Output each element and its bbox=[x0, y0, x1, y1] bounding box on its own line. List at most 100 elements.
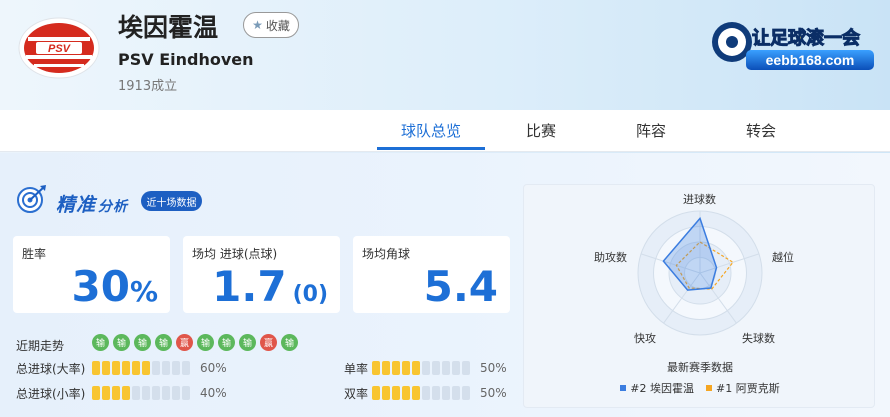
meter-label: 单率 bbox=[344, 361, 369, 376]
stat-label: 胜率 bbox=[22, 247, 47, 261]
meter-value: 40% bbox=[200, 386, 227, 400]
meter-label: 总进球(小率) bbox=[16, 386, 86, 401]
trend-dot-loss: 输 bbox=[113, 334, 130, 351]
legend-item[interactable]: #1 阿贾克斯 bbox=[706, 380, 780, 396]
meter-segment bbox=[132, 386, 140, 400]
meter-segment bbox=[442, 386, 450, 400]
meter-segment bbox=[102, 361, 110, 375]
radar-chart bbox=[637, 210, 763, 336]
svg-text:让足球滚一会: 让足球滚一会 bbox=[752, 27, 860, 49]
target-icon bbox=[17, 185, 46, 213]
meter-even: 双率 50% bbox=[296, 385, 507, 401]
meter-value: 50% bbox=[480, 361, 507, 375]
meter-segment bbox=[122, 361, 130, 375]
tab-transfers[interactable]: 转会 bbox=[707, 110, 815, 152]
meter-label: 总进球(大率) bbox=[16, 361, 86, 376]
trend-dot-loss: 输 bbox=[239, 334, 256, 351]
meter-segment bbox=[132, 361, 140, 375]
stat-value: 5.4 bbox=[423, 262, 498, 311]
meter-segment bbox=[372, 361, 380, 375]
radar-axis-label: 进球数 bbox=[683, 193, 716, 206]
meter-segment bbox=[152, 361, 160, 375]
promo-banner[interactable]: 让足球滚一会 eebb168.com bbox=[706, 16, 878, 76]
meter-segment bbox=[142, 361, 150, 375]
meter-segment bbox=[172, 361, 180, 375]
meter-segment bbox=[102, 386, 110, 400]
meter-segment bbox=[372, 386, 380, 400]
favorite-button[interactable]: ★ 收藏 bbox=[243, 12, 299, 38]
team-header: PSV 埃因霍温 ★ 收藏 PSV Eindhoven 1913成立 让足球滚一… bbox=[0, 0, 890, 110]
radar-legend: #2 埃因霍温 #1 阿贾克斯 bbox=[524, 380, 876, 396]
meter-segment bbox=[92, 361, 100, 375]
star-icon: ★ bbox=[252, 18, 263, 32]
trend-dot-win: 赢 bbox=[176, 334, 193, 351]
section-title: 精准 分析 bbox=[56, 194, 129, 216]
meter-segment bbox=[432, 361, 440, 375]
radar-axis-label: 助攻数 bbox=[594, 251, 627, 264]
meter-value: 50% bbox=[480, 386, 507, 400]
legend-swatch bbox=[620, 385, 627, 391]
tab-matches[interactable]: 比赛 bbox=[487, 110, 595, 152]
meter-label: 双率 bbox=[344, 386, 369, 401]
meter-segment bbox=[412, 361, 420, 375]
meter-segment bbox=[162, 386, 170, 400]
radar-caption: 最新赛季数据 bbox=[667, 361, 733, 374]
stat-card-win-rate: 胜率 30% bbox=[13, 236, 170, 313]
meter-segment bbox=[402, 361, 410, 375]
meter-segment bbox=[382, 386, 390, 400]
radar-axis-label: 失球数 bbox=[742, 332, 775, 345]
founded-year: 1913成立 bbox=[118, 79, 178, 94]
trend-dot-win: 赢 bbox=[260, 334, 277, 351]
meter-segment bbox=[462, 386, 470, 400]
meter-segment bbox=[412, 386, 420, 400]
meter-bar bbox=[92, 386, 190, 400]
meter-bar bbox=[372, 386, 470, 400]
meter-segment bbox=[422, 386, 430, 400]
meter-segment bbox=[392, 386, 400, 400]
tab-squad[interactable]: 阵容 bbox=[597, 110, 705, 152]
meter-segment bbox=[92, 386, 100, 400]
trend-dot-loss: 输 bbox=[134, 334, 151, 351]
radar-axis-label: 越位 bbox=[772, 251, 794, 264]
meter-segment bbox=[162, 361, 170, 375]
meter-segment bbox=[462, 361, 470, 375]
legend-label: #2 埃因霍温 bbox=[630, 382, 694, 395]
meter-segment bbox=[182, 386, 190, 400]
meter-segment bbox=[392, 361, 400, 375]
meter-over: 总进球(大率) 60% bbox=[16, 360, 227, 376]
stat-card-corners: 场均角球 5.4 bbox=[353, 236, 510, 313]
meter-segment bbox=[152, 386, 160, 400]
team-english-name: PSV Eindhoven bbox=[118, 50, 254, 69]
trend-dot-loss: 输 bbox=[92, 334, 109, 351]
svg-text:PSV: PSV bbox=[48, 43, 72, 55]
meter-under: 总进球(小率) 40% bbox=[16, 385, 227, 401]
trend-dot-loss: 输 bbox=[155, 334, 172, 351]
team-name: 埃因霍温 bbox=[118, 13, 219, 42]
psv-logo: PSV bbox=[18, 17, 100, 79]
meter-segment bbox=[382, 361, 390, 375]
meter-segment bbox=[422, 361, 430, 375]
meter-segment bbox=[452, 361, 460, 375]
precise-analysis-panel: 精准 分析 近十场数据 胜率 30% 场均 进球(点球) 1.7 (0) 场均角球 … bbox=[0, 153, 890, 417]
trend-label: 近期走势 bbox=[16, 339, 65, 353]
meter-segment bbox=[172, 386, 180, 400]
meter-segment bbox=[402, 386, 410, 400]
meter-segment bbox=[182, 361, 190, 375]
recent-ten-badge: 近十场数据 bbox=[141, 191, 202, 211]
trend-dot-loss: 输 bbox=[218, 334, 235, 351]
legend-swatch bbox=[706, 385, 712, 391]
legend-item[interactable]: #2 埃因霍温 bbox=[620, 380, 694, 396]
tab-bar: 球队总览 比赛 阵容 转会 bbox=[0, 110, 890, 152]
stat-label: 场均 进球(点球) bbox=[192, 247, 278, 261]
meter-segment bbox=[452, 386, 460, 400]
meter-segment bbox=[442, 361, 450, 375]
meter-segment bbox=[112, 386, 120, 400]
favorite-label: 收藏 bbox=[265, 18, 290, 33]
stat-card-goals: 场均 进球(点球) 1.7 (0) bbox=[183, 236, 340, 313]
legend-label: #1 阿贾克斯 bbox=[716, 382, 780, 395]
meter-segment bbox=[432, 386, 440, 400]
meter-odd: 单率 50% bbox=[296, 360, 507, 376]
stat-label: 场均角球 bbox=[362, 247, 411, 261]
tab-overview[interactable]: 球队总览 bbox=[377, 110, 485, 152]
recent-trend: 输输输输赢输输输赢输 bbox=[92, 334, 298, 351]
